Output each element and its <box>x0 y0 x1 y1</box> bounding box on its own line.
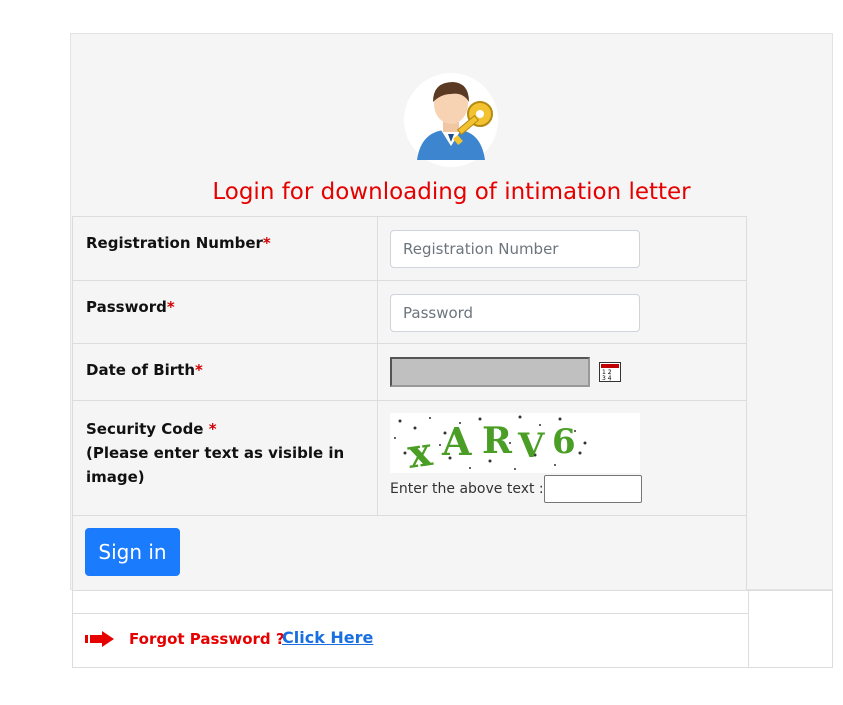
footer-box <box>72 590 833 668</box>
svg-text:R: R <box>482 420 513 462</box>
page-title: Login for downloading of intimation lett… <box>212 179 691 205</box>
security-input-cell: x A R V 6 Enter the above text : <box>377 400 747 516</box>
calendar-icon[interactable]: 1 2 3 4 <box>599 362 622 382</box>
user-key-icon <box>404 73 498 167</box>
password-row: Password* <box>72 280 747 344</box>
security-label: Security Code <box>86 420 204 438</box>
svg-text:6: 6 <box>552 422 576 462</box>
footer-inner <box>73 591 749 667</box>
security-row: Security Code * (Please enter text as vi… <box>72 400 747 516</box>
svg-text:A: A <box>441 419 472 464</box>
registration-input-cell <box>377 216 747 281</box>
captcha-instruction-line: Enter the above text : <box>390 475 746 503</box>
date-of-birth-input[interactable] <box>390 357 590 387</box>
captcha-image: x A R V 6 <box>390 413 640 473</box>
password-input-cell <box>377 280 747 344</box>
registration-row: Registration Number* <box>72 216 747 281</box>
registration-label: Registration Number <box>86 234 263 252</box>
red-arrow-icon <box>85 631 114 647</box>
forgot-password-link[interactable]: Click Here <box>282 628 373 647</box>
svg-text:3 4: 3 4 <box>602 375 612 382</box>
footer-separator <box>73 613 748 614</box>
security-code-input[interactable] <box>543 475 642 503</box>
password-label-cell: Password* <box>72 280 378 344</box>
required-mark: * <box>166 298 175 316</box>
registration-number-input[interactable] <box>390 230 640 268</box>
security-label-cell: Security Code * (Please enter text as vi… <box>72 400 378 516</box>
dob-input-cell: 1 2 3 4 <box>377 343 747 401</box>
dob-row: Date of Birth* 1 2 3 4 <box>72 343 747 401</box>
sign-in-button[interactable]: Sign in <box>85 528 180 576</box>
required-mark: * <box>208 420 217 438</box>
svg-text:V: V <box>517 426 545 466</box>
registration-label-cell: Registration Number* <box>72 216 378 281</box>
forgot-password-text: Forgot Password ? <box>129 630 285 648</box>
required-mark: * <box>262 234 271 252</box>
password-input[interactable] <box>390 294 640 332</box>
dob-label-cell: Date of Birth* <box>72 343 378 401</box>
required-mark: * <box>195 361 203 379</box>
captcha-instruction: Enter the above text : <box>390 481 544 497</box>
security-hint: (Please enter text as visible in image) <box>86 444 345 486</box>
dob-label: Date of Birth <box>86 361 196 379</box>
password-label: Password <box>86 298 167 316</box>
